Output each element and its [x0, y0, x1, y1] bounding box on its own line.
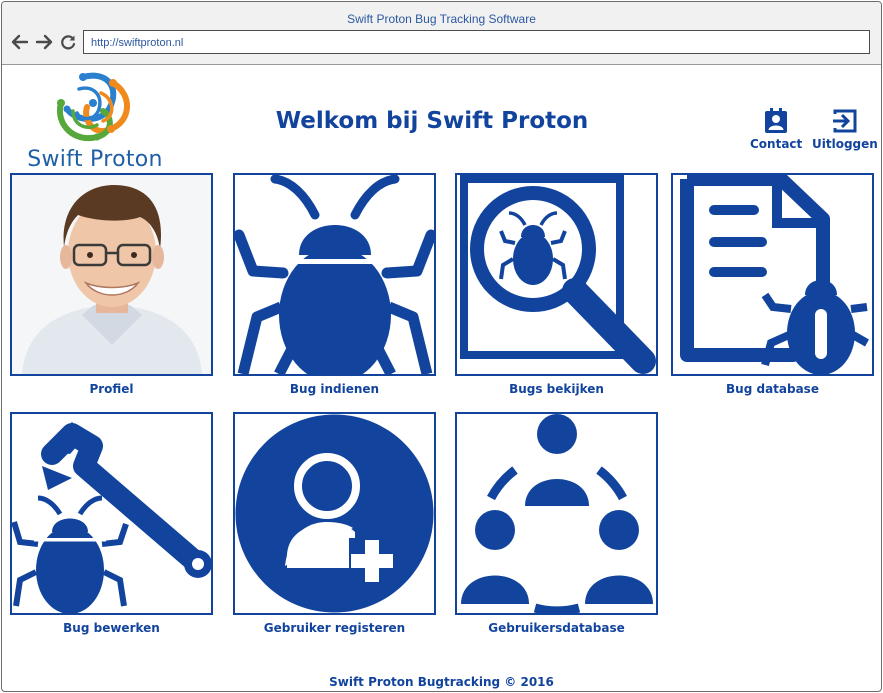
window-title: Swift Proton Bug Tracking Software: [347, 12, 536, 26]
tile-frame: [10, 173, 213, 376]
tile-label: Bug database: [726, 382, 819, 396]
document-bug-icon: [680, 175, 869, 374]
reload-button[interactable]: [58, 32, 78, 52]
bug-icon: [235, 175, 434, 374]
add-user-icon: [235, 414, 434, 613]
tile-label: Profiel: [89, 382, 134, 396]
logout-button[interactable]: Uitloggen: [812, 108, 878, 151]
reload-icon: [61, 35, 76, 50]
tile-frame: [671, 173, 874, 376]
contact-card-icon: [765, 108, 788, 133]
tile-bug-database[interactable]: Bug database: [671, 173, 874, 396]
tile-frame: [233, 173, 436, 376]
contact-button[interactable]: Contact: [750, 108, 802, 151]
tile-frame: [455, 173, 658, 376]
logout-label: Uitloggen: [812, 137, 878, 151]
profile-photo: [12, 175, 211, 374]
url-input[interactable]: [89, 32, 853, 54]
tile-frame: [455, 412, 658, 615]
tile-bug-indienen[interactable]: Bug indienen: [233, 173, 436, 396]
tile-frame: [233, 412, 436, 615]
tile-gebruikersdatabase[interactable]: Gebruikersdatabase: [455, 412, 658, 635]
tile-label: Gebruikersdatabase: [488, 621, 625, 635]
forward-button[interactable]: [34, 32, 54, 52]
tile-bugs-bekijken[interactable]: Bugs bekijken: [455, 173, 658, 396]
tile-frame: [10, 412, 213, 615]
tile-label: Bugs bekijken: [509, 382, 604, 396]
arrow-right-icon: [35, 34, 53, 50]
browser-window: Swift Proton Bug Tracking Software http:…: [1, 1, 882, 692]
logo-mark-icon: [56, 72, 130, 142]
tile-gebruiker-registeren[interactable]: Gebruiker registeren: [233, 412, 436, 635]
back-button[interactable]: [10, 32, 30, 52]
title-bar: Swift Proton Bug Tracking Software: [2, 2, 881, 65]
contact-label: Contact: [750, 137, 803, 151]
footer-text: Swift Proton Bugtracking © 2016: [329, 675, 554, 689]
logo-text: Swift Proton: [27, 147, 163, 172]
page-title: Welkom bij Swift Proton: [275, 108, 589, 134]
arrow-left-icon: [11, 34, 29, 50]
logout-icon: [832, 109, 857, 133]
address-bar[interactable]: [83, 30, 870, 54]
magnifier-bug-icon: [460, 175, 656, 374]
tile-label: Bug indienen: [289, 382, 380, 396]
users-network-icon: [461, 414, 653, 613]
tile-bug-bewerken[interactable]: Bug bewerken: [10, 412, 213, 635]
tile-label: Gebruiker registeren: [263, 621, 406, 635]
tile-label: Bug bewerken: [63, 621, 160, 635]
wrench-bug-icon: [12, 422, 211, 613]
swift-proton-logo[interactable]: Swift Proton: [15, 69, 175, 173]
tile-profiel[interactable]: Profiel: [10, 173, 213, 396]
